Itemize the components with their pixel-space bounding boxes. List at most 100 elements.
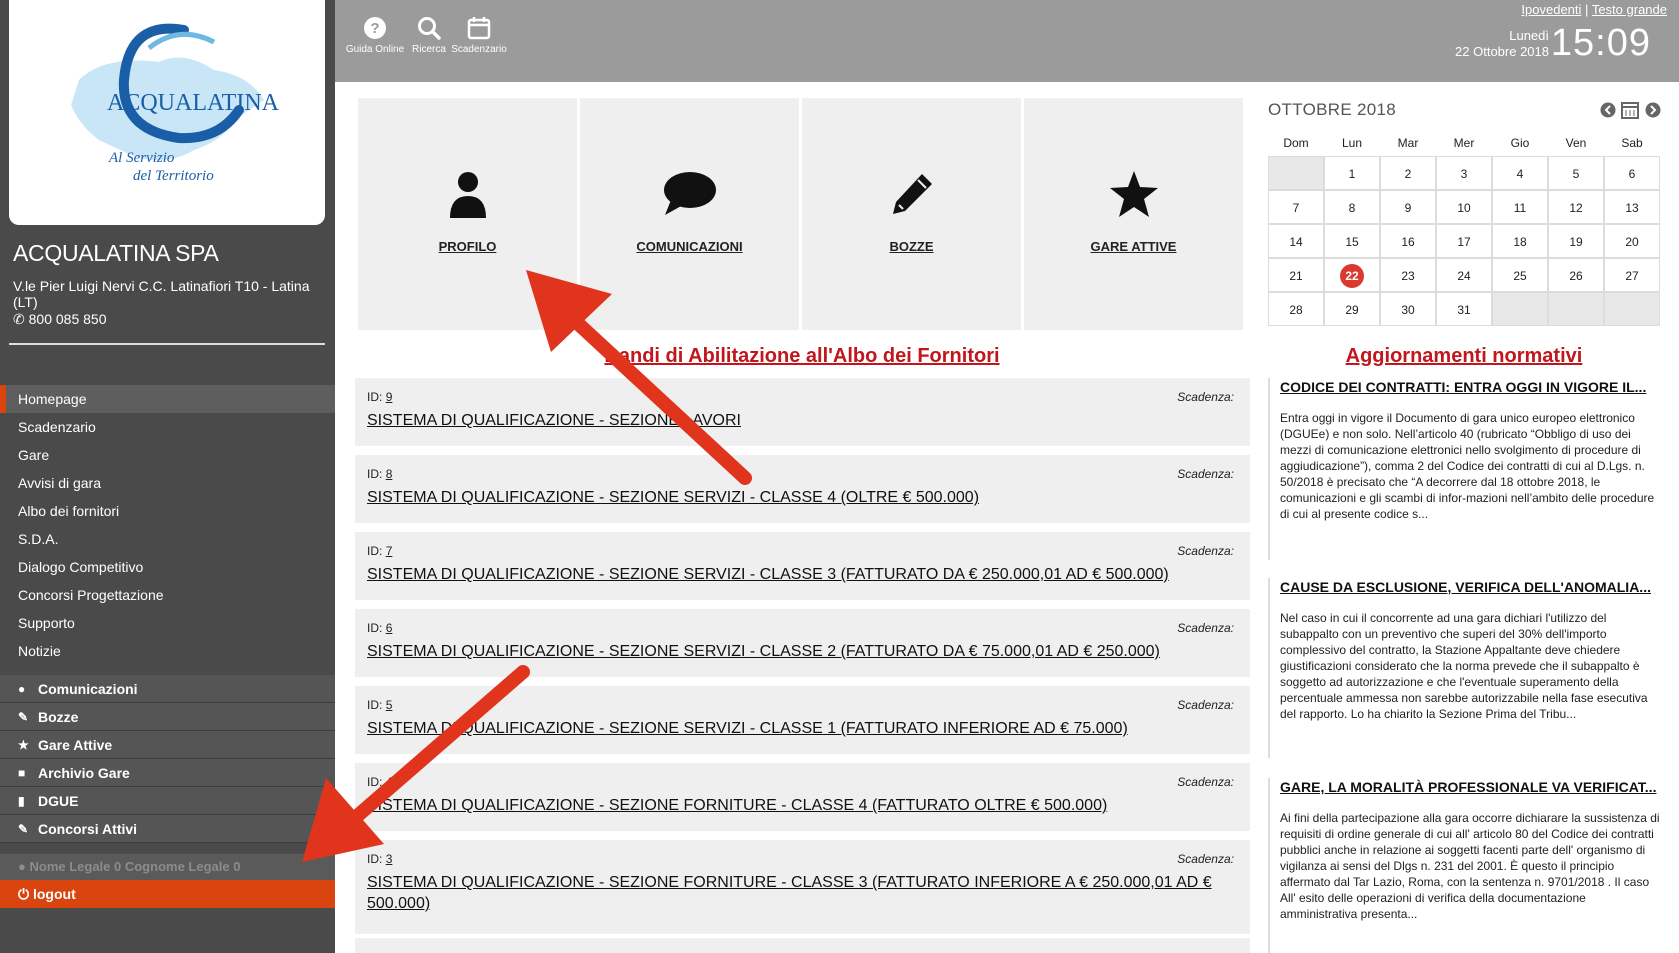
bando-scadenza: Scadenza:: [1177, 852, 1234, 866]
quick-link-archivio-gare[interactable]: ■ Archivio Gare: [0, 759, 335, 787]
calendar-day[interactable]: 6: [1604, 156, 1660, 190]
chevron-left-icon[interactable]: [1600, 102, 1616, 118]
bando-id: ID: 9: [367, 390, 393, 404]
calendar-day[interactable]: 8: [1324, 190, 1380, 224]
calendar-day[interactable]: 5: [1548, 156, 1604, 190]
calendar-day[interactable]: 18: [1492, 224, 1548, 258]
calendar-day[interactable]: 13: [1604, 190, 1660, 224]
calendar-day[interactable]: 11: [1492, 190, 1548, 224]
weekday-label: Sab: [1621, 136, 1643, 150]
nav-item-homepage[interactable]: Homepage: [0, 385, 335, 413]
calendar-day[interactable]: 16: [1380, 224, 1436, 258]
calendar-day-empty: [1548, 292, 1604, 326]
logo-tagline-1: Al Servizio: [108, 150, 175, 166]
bando-title-link[interactable]: SISTEMA DI QUALIFICAZIONE - SEZIONE SERV…: [367, 641, 1227, 662]
calendar-day[interactable]: 19: [1548, 224, 1604, 258]
nav-item-dialogo-competitivo[interactable]: Dialogo Competitivo: [0, 553, 335, 581]
nav-item-avvisi-di-gara[interactable]: Avvisi di gara: [0, 469, 335, 497]
weekday-label: Gio: [1510, 136, 1530, 150]
calendar-day[interactable]: 20: [1604, 224, 1660, 258]
calendar-day-today[interactable]: 22: [1324, 258, 1380, 292]
calendar-day[interactable]: 12: [1548, 190, 1604, 224]
current-time: 15:09: [1550, 22, 1651, 64]
calendar-day[interactable]: 2: [1380, 156, 1436, 190]
calendar-day[interactable]: 3: [1436, 156, 1492, 190]
calendar-icon[interactable]: [1621, 102, 1639, 119]
calendar-day[interactable]: 29: [1324, 292, 1380, 326]
pencil-icon: ✎: [18, 709, 29, 724]
bando-id-value[interactable]: 6: [386, 621, 393, 635]
nav-item-albo-fornitori[interactable]: Albo dei fornitori: [0, 497, 335, 525]
bando-item: [355, 938, 1250, 953]
calendar-day[interactable]: 30: [1380, 292, 1436, 326]
nav-item-sda[interactable]: S.D.A.: [0, 525, 335, 553]
nav-item-notizie[interactable]: Notizie: [0, 637, 335, 665]
tile-profilo[interactable]: PROFILO: [358, 98, 577, 330]
calendar-day[interactable]: 17: [1436, 224, 1492, 258]
scadenzario-button[interactable]: Scadenzario: [447, 16, 511, 55]
calendar-grid: 1 2 3 4 5 6 7 8 9 10 11 12 13 14 15 16 17 18 19 20 21 22 23 24 2…: [1268, 156, 1660, 326]
chevron-right-icon[interactable]: [1645, 102, 1661, 118]
calendar-day[interactable]: 15: [1324, 224, 1380, 258]
calendar-day[interactable]: 24: [1436, 258, 1492, 292]
bando-title-link[interactable]: SISTEMA DI QUALIFICAZIONE - SEZIONE SERV…: [367, 487, 1227, 508]
nav-item-scadenzario[interactable]: Scadenzario: [0, 413, 335, 441]
quick-link-bozze[interactable]: ✎ Bozze: [0, 703, 335, 731]
calendar-day[interactable]: 21: [1268, 258, 1324, 292]
bando-id: ID: 4: [367, 775, 393, 789]
ipovedenti-link[interactable]: Ipovedenti: [1521, 2, 1581, 17]
logout-button[interactable]: ⏻ logout: [0, 880, 335, 908]
calendar-week-row: 21 22 23 24 25 26 27: [1268, 258, 1660, 292]
bando-id-value[interactable]: 9: [386, 390, 393, 404]
user-name-bar[interactable]: ● Nome Legale 0 Cognome Legale 0: [0, 854, 335, 880]
news-title-link[interactable]: CODICE DEI CONTRATTI: ENTRA OGGI IN VIGO…: [1280, 378, 1660, 396]
calendar-day[interactable]: 26: [1548, 258, 1604, 292]
bando-id-value[interactable]: 4: [386, 775, 393, 789]
calendar-day[interactable]: 4: [1492, 156, 1548, 190]
question-icon: ?: [364, 17, 386, 39]
quick-link-comunicazioni[interactable]: ● Comunicazioni: [0, 675, 335, 703]
news-section-title[interactable]: Aggiornamenti normativi: [1268, 345, 1660, 368]
bando-id-value[interactable]: 8: [386, 467, 393, 481]
calendar-day[interactable]: 25: [1492, 258, 1548, 292]
news-title-link[interactable]: CAUSE DA ESCLUSIONE, VERIFICA DELL'ANOMA…: [1280, 578, 1660, 596]
bando-title-link[interactable]: SISTEMA DI QUALIFICAZIONE - SEZIONE FORN…: [367, 872, 1227, 914]
calendar-day[interactable]: 14: [1268, 224, 1324, 258]
calendar-day[interactable]: 1: [1324, 156, 1380, 190]
news-item: GARE, LA MORALITÀ PROFESSIONALE VA VERIF…: [1268, 778, 1660, 953]
tile-bozze[interactable]: BOZZE: [802, 98, 1021, 330]
acqualatina-logo[interactable]: ACQUALATINA Al Servizio del Territorio: [9, 0, 325, 225]
guida-online-label: Guida Online: [345, 44, 405, 55]
bando-id-value[interactable]: 3: [386, 852, 393, 866]
bando-scadenza: Scadenza:: [1177, 698, 1234, 712]
ricerca-label: Ricerca: [412, 44, 446, 55]
tile-gare-attive[interactable]: GARE ATTIVE: [1024, 98, 1243, 330]
calendar-day[interactable]: 28: [1268, 292, 1324, 326]
bando-title-link[interactable]: SISTEMA DI QUALIFICAZIONE - SEZIONE SERV…: [367, 564, 1227, 585]
calendar-day[interactable]: 31: [1436, 292, 1492, 326]
bando-item: ID: 4 Scadenza: SISTEMA DI QUALIFICAZION…: [355, 763, 1250, 833]
news-title-link[interactable]: GARE, LA MORALITÀ PROFESSIONALE VA VERIF…: [1280, 778, 1660, 796]
calendar-day[interactable]: 10: [1436, 190, 1492, 224]
tile-comunicazioni[interactable]: COMUNICAZIONI: [580, 98, 799, 330]
document-icon: ▮: [18, 793, 25, 808]
bando-id-value[interactable]: 5: [386, 698, 393, 712]
calendar-day[interactable]: 7: [1268, 190, 1324, 224]
nav-item-supporto[interactable]: Supporto: [0, 609, 335, 637]
calendar-day[interactable]: 27: [1604, 258, 1660, 292]
quick-link-concorsi-attivi[interactable]: ✎ Concorsi Attivi: [0, 815, 335, 843]
logo-graphic: ACQUALATINA Al Servizio del Territorio: [71, 23, 280, 184]
bando-title-link[interactable]: SISTEMA DI QUALIFICAZIONE - SEZIONE SERV…: [367, 718, 1227, 739]
testo-grande-link[interactable]: Testo grande: [1592, 2, 1667, 17]
calendar-day[interactable]: 23: [1380, 258, 1436, 292]
quick-link-dgue[interactable]: ▮ DGUE: [0, 787, 335, 815]
bandi-section-title[interactable]: Bandi di Abilitazione all'Albo dei Forni…: [355, 345, 1249, 368]
bando-title-link[interactable]: SISTEMA DI QUALIFICAZIONE - SEZIONE LAVO…: [367, 410, 1227, 431]
nav-item-concorsi-progettazione[interactable]: Concorsi Progettazione: [0, 581, 335, 609]
quick-link-gare-attive[interactable]: ★ Gare Attive: [0, 731, 335, 759]
nav-item-gare[interactable]: Gare: [0, 441, 335, 469]
quick-link-label: Gare Attive: [38, 736, 113, 753]
bando-title-link[interactable]: SISTEMA DI QUALIFICAZIONE - SEZIONE FORN…: [367, 795, 1227, 816]
calendar-day[interactable]: 9: [1380, 190, 1436, 224]
bando-id-value[interactable]: 7: [386, 544, 393, 558]
